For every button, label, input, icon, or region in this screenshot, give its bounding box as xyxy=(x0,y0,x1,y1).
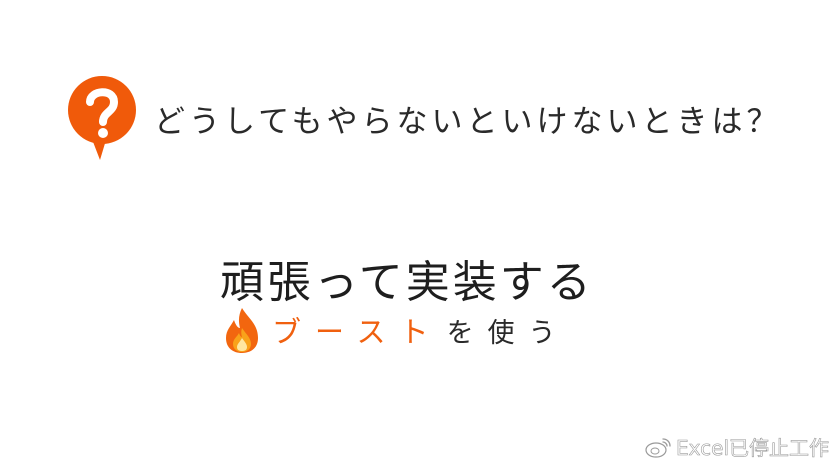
question-text: どうしてもやらないといけないときは？ xyxy=(154,103,782,140)
watermark-text: Excel已停止工作 xyxy=(676,436,830,461)
boost-row: ブースト を使う xyxy=(222,306,570,354)
boost-suffix: を使う xyxy=(446,317,570,349)
watermark: Excel已停止工作 xyxy=(644,432,829,461)
question-speech-bubble-icon xyxy=(66,74,142,162)
weibo-icon xyxy=(644,436,672,458)
boost-label: ブースト xyxy=(272,315,443,349)
question-row: どうしてもやらないといけないときは？ xyxy=(66,74,782,162)
fire-icon xyxy=(222,306,262,354)
answer-text: 頑張って実装する xyxy=(220,257,594,308)
